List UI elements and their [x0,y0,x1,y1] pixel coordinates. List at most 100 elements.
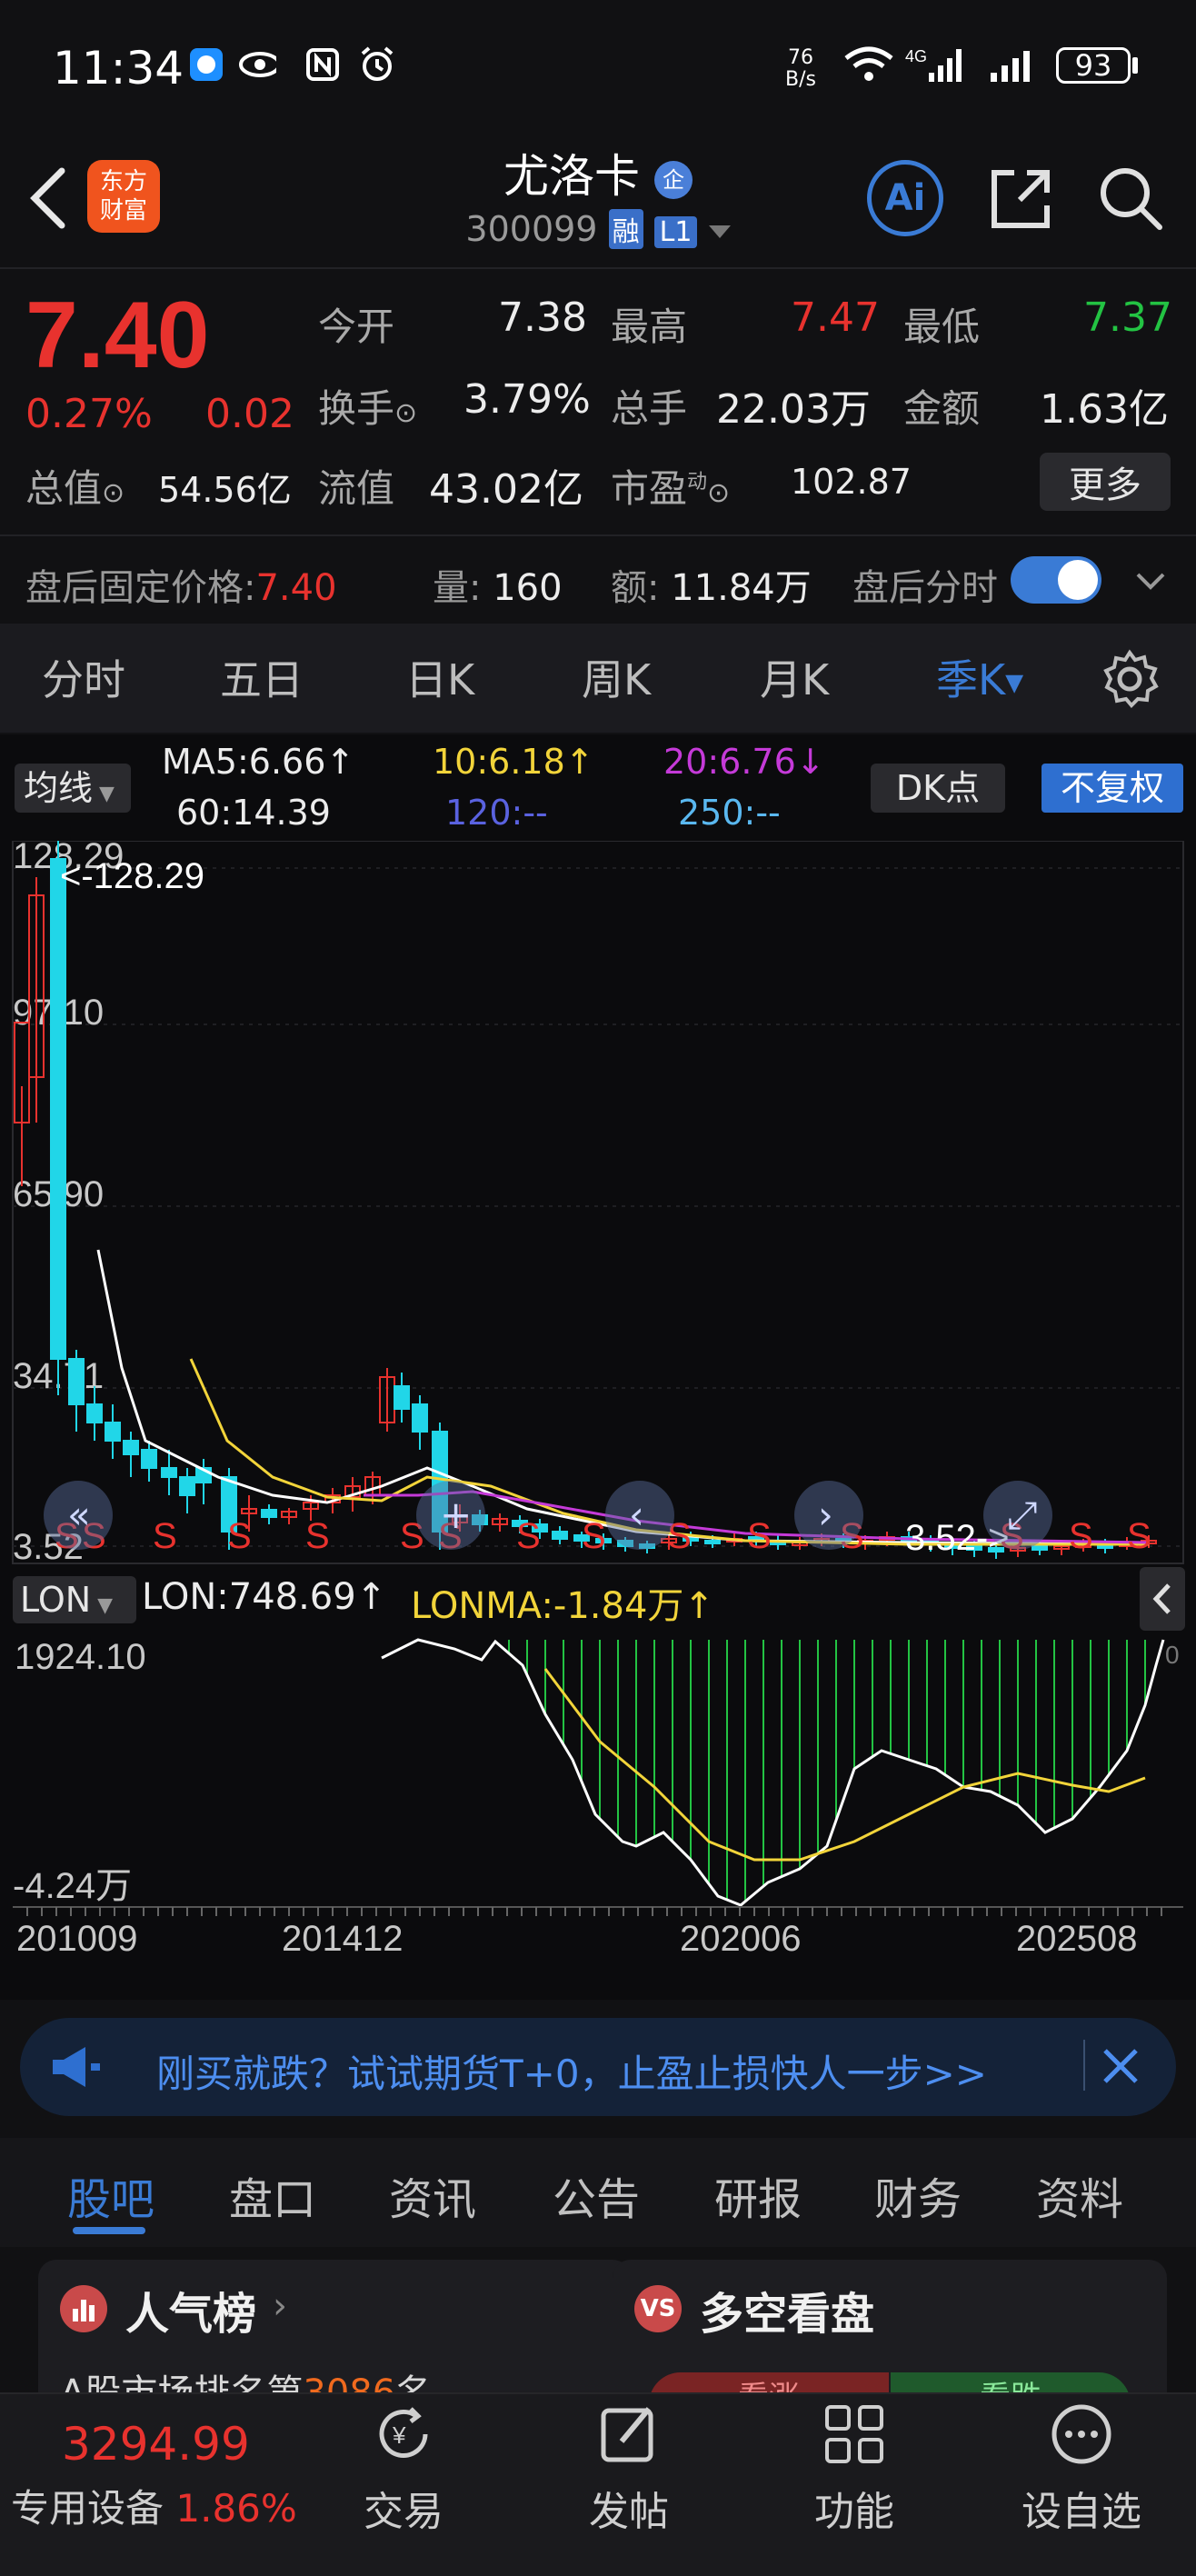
x-tick-label: 201009 [16,1919,137,1959]
close-banner-button[interactable] [1098,2043,1143,2089]
candle-body [394,1385,410,1410]
nav-functions[interactable]: 功能 [772,2400,936,2537]
search-button[interactable] [1096,164,1165,233]
stock-code: 300099 [465,209,598,249]
tab-profile[interactable]: 资料 [1036,2163,1123,2227]
max-price-marker: <-128.29 [60,856,204,896]
after-hours-amount-label: 额: [611,567,660,609]
header-divider [0,267,1196,269]
low-value: 7.37 [1083,295,1172,341]
caret-down-icon [708,225,731,238]
tab-research[interactable]: 研报 [714,2163,802,2227]
popularity-title: 人气榜 [125,2289,257,2340]
nav-trade[interactable]: ¥ 交易 [322,2400,485,2537]
nav-post[interactable]: 发帖 [547,2400,711,2537]
market-cap-value: 54.56亿 [158,470,292,510]
high-label: 最高 [611,305,688,349]
vs-icon: VS [634,2285,682,2332]
active-tab-indicator [73,2227,145,2234]
turnover-label: 换手⊙ [318,378,417,434]
bull-bear-title: 多空看盘 [700,2289,875,2340]
ma120-label: 120:-- [445,793,548,833]
caret-down-icon: ▼ [93,783,115,805]
chevron-down-icon [1136,573,1165,590]
tab-forum[interactable]: 股吧 [67,2163,154,2227]
candle-body [141,1449,157,1469]
candle-body [704,1540,721,1544]
after-hours-volume: 量: 160 [433,558,563,611]
candle-body [261,1509,277,1518]
tab-daily-k[interactable]: 日K [405,647,474,707]
indicator-y-top: 1924.10 [15,1637,146,1677]
more-button[interactable]: 更多 [1040,453,1171,511]
tab-news[interactable]: 资讯 [389,2163,476,2227]
indicator-frame [13,1632,1183,1996]
tab-quarterly-k[interactable]: 季K▼ [936,647,1023,707]
lon-indicator-chart: 1924.10 -4.24万 0 201009 201412 202006 202508 [13,1632,1183,1996]
after-hours-toggle[interactable] [1011,556,1101,604]
promo-text[interactable]: 刚买就跌？试试期货T+0，止盈止损快人一步>> [156,2043,987,2099]
tab-weekly-k[interactable]: 周K [582,647,651,707]
sector-index[interactable]: 专用设备 1.86% [11,2478,297,2533]
scroll-left-icon: « [67,1493,91,1537]
quote-divider [0,534,1196,536]
info-icon: ⊙ [102,477,125,509]
alarm-icon [358,45,396,84]
dk-point-select[interactable]: DK点 [871,764,1005,813]
sell-signal-marker: S [227,1516,252,1556]
cellular-signal-icon [987,45,1042,84]
after-hours-amount: 额: 11.84万 [611,558,812,611]
nav-add-watchlist[interactable]: 设自选 [1000,2400,1163,2537]
sector-name: 专用设备 [11,2486,164,2531]
expand-button[interactable] [1132,564,1169,600]
tab-order-book[interactable]: 盘口 [229,2163,316,2227]
market-cap-label: 总值⊙ [25,458,125,514]
chart-frame [12,841,1184,1564]
indicator-select-label: LON [20,1580,92,1620]
pe-superscript: 动 [687,471,708,494]
after-hours-volume-value: 160 [493,567,563,609]
pe-label-text: 市盈 [611,466,688,511]
candle-body [412,1403,428,1433]
tab-finance[interactable]: 财务 [874,2163,962,2227]
chart-settings-button[interactable] [1100,649,1160,709]
after-hours-amount-value: 11.84万 [671,567,812,609]
tab-intraday[interactable]: 分时 [42,647,125,707]
tab-announcements[interactable]: 公告 [553,2163,640,2227]
share-icon [992,170,1050,228]
sector-index-value[interactable]: 3294.99 [62,2418,250,2471]
candle-body [86,1403,103,1423]
indicator-y-bottom: -4.24万 [13,1866,132,1906]
adjust-mode-button[interactable]: 不复权 [1042,764,1183,813]
chat-notification-icon [187,45,225,84]
amount-value: 1.63亿 [1040,386,1169,433]
info-icon: ⊙ [394,397,418,429]
ma250-label: 250:-- [678,793,781,833]
low-label: 最低 [903,305,981,349]
margin-badge: 融 [608,209,643,249]
ma-select-label: 均线 [24,768,94,808]
sell-signal-marker: S [516,1516,541,1556]
info-icon: ⊙ [707,477,731,509]
sell-signal-marker: S [305,1516,330,1556]
candle-body [161,1467,177,1478]
open-label: 今开 [318,305,395,349]
open-value: 7.38 [498,295,587,341]
tab-quarterly-k-label: 季K [936,655,1006,704]
enterprise-badge: 企 [653,160,693,199]
tab-five-day[interactable]: 五日 [220,647,304,707]
ma-select[interactable]: 均线 ▼ [15,764,131,813]
level-badge: L1 [653,216,698,248]
fullscreen-icon: ⤢ [1007,1493,1038,1537]
caret-down-icon: ▼ [91,1594,114,1617]
tab-monthly-k[interactable]: 月K [760,647,829,707]
share-button[interactable] [987,164,1056,233]
eye-icon [238,45,276,84]
collapse-panel-button[interactable] [1140,1567,1185,1631]
indicator-select[interactable]: LON ▼ [13,1576,136,1623]
ai-assistant-button[interactable]: Ai [867,160,943,236]
battery-indicator: 93 [1056,47,1131,84]
pe-value: 102.87 [791,462,912,502]
pe-label: 市盈动⊙ [611,458,730,514]
lon-value-label: LON:748.69↑ [142,1576,387,1618]
